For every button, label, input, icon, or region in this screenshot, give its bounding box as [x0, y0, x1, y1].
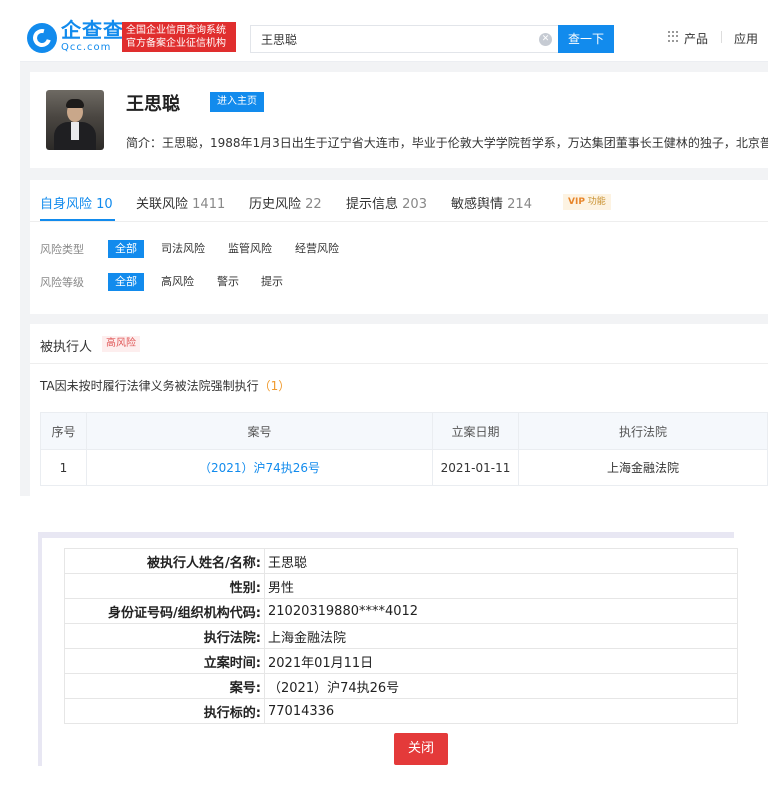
- section-header: 被执行人 高风险: [30, 324, 768, 364]
- search-box: ✕: [250, 25, 558, 53]
- cell-date: 2021-01-11: [432, 449, 519, 486]
- tab-notice-info[interactable]: 提示信息 203: [346, 193, 427, 212]
- table-row: 1 （2021）沪74执26号 2021-01-11 上海金融法院: [40, 449, 768, 486]
- nav-products[interactable]: 产品: [684, 30, 708, 47]
- col-case-no: 案号: [86, 412, 433, 450]
- profile-intro: 简介：王思聪，1988年1月3日出生于辽宁省大连市，毕业于伦敦大学学院哲学系，万…: [126, 136, 768, 150]
- avatar: [46, 90, 104, 150]
- vip-badge: VIP 功能: [563, 194, 611, 210]
- nav-divider: [721, 31, 722, 43]
- search-input[interactable]: [261, 26, 521, 52]
- risk-tabs: 自身风险 10 关联风险 1411 历史风险 22 提示信息 203 敏感舆情 …: [30, 180, 768, 222]
- detail-row-filing-date: 立案时间: 2021年01月11日: [64, 648, 738, 674]
- cell-index: 1: [40, 449, 87, 486]
- clear-icon[interactable]: ✕: [539, 33, 552, 46]
- executed-person-section: 被执行人 高风险 TA因未按时履行法律义务被法院强制执行（1） 序号 案号 立案…: [30, 324, 768, 496]
- detail-row-gender: 性别: 男性: [64, 573, 738, 599]
- high-risk-tag: 高风险: [102, 336, 140, 352]
- detail-row-amount: 执行标的: 77014336: [64, 698, 738, 724]
- tab-history-risk[interactable]: 历史风险 22: [249, 193, 322, 212]
- qcc-risk-page: 企查查 Qcc.com 全国企业信用查询系统 官方备案企业征信机构 ✕ 查一下 …: [20, 0, 768, 496]
- search-button[interactable]: 查一下: [558, 25, 614, 53]
- site-header: 企查查 Qcc.com 全国企业信用查询系统 官方备案企业征信机构 ✕ 查一下 …: [20, 0, 768, 62]
- filter-type-all[interactable]: 全部: [108, 240, 144, 258]
- slogan-badge: 全国企业信用查询系统 官方备案企业征信机构: [122, 22, 236, 52]
- filter-type-regulatory[interactable]: 监管风险: [221, 240, 279, 258]
- detail-row-court: 执行法院: 上海金融法院: [64, 623, 738, 649]
- brand-logo-text[interactable]: 企查查 Qcc.com: [61, 20, 124, 53]
- tab-sensitive-news[interactable]: 敏感舆情 214: [451, 193, 532, 212]
- grid-icon: [668, 31, 679, 42]
- active-tab-indicator: [40, 219, 115, 221]
- person-name: 王思聪: [126, 94, 180, 115]
- filter-level-hint[interactable]: 提示: [254, 273, 290, 291]
- close-button[interactable]: 关闭: [394, 733, 448, 765]
- executed-table: 序号 案号 立案日期 执行法院 1 （2021）沪74执26号 2021-01-…: [40, 412, 768, 486]
- tab-self-risk[interactable]: 自身风险 10: [40, 193, 113, 212]
- tab-related-risk[interactable]: 关联风险 1411: [136, 193, 225, 212]
- section-title: 被执行人: [40, 340, 93, 355]
- filter-level-warning[interactable]: 警示: [210, 273, 246, 291]
- detail-row-case-no: 案号: （2021）沪74执26号: [64, 673, 738, 699]
- risk-panel: 自身风险 10 关联风险 1411 历史风险 22 提示信息 203 敏感舆情 …: [30, 180, 768, 314]
- filter-type-judicial[interactable]: 司法风险: [154, 240, 212, 258]
- cell-court: 上海金融法院: [518, 449, 768, 486]
- detail-row-id-number: 身份证号码/组织机构代码: 21020319880****4012: [64, 598, 738, 624]
- table-header-row: 序号 案号 立案日期 执行法院: [40, 412, 768, 450]
- qcc-logo-icon[interactable]: [27, 23, 57, 53]
- nav-apps[interactable]: 应用: [734, 30, 758, 47]
- section-description: TA因未按时履行法律义务被法院强制执行（1）: [40, 379, 291, 393]
- col-court: 执行法院: [518, 412, 768, 450]
- profile-card: 王思聪 进入主页 简介：王思聪，1988年1月3日出生于辽宁省大连市，毕业于伦敦…: [30, 72, 768, 168]
- detail-dialog: 被执行人姓名/名称: 王思聪 性别: 男性 身份证号码/组织机构代码: 2102…: [38, 532, 738, 766]
- detail-row-name: 被执行人姓名/名称: 王思聪: [64, 548, 738, 574]
- filter-type-operation[interactable]: 经营风险: [288, 240, 346, 258]
- case-number-link[interactable]: （2021）沪74执26号: [86, 449, 433, 486]
- detail-table: 被执行人姓名/名称: 王思聪 性别: 男性 身份证号码/组织机构代码: 2102…: [64, 548, 738, 724]
- col-index: 序号: [40, 412, 87, 450]
- enter-homepage-button[interactable]: 进入主页: [210, 92, 264, 112]
- col-date: 立案日期: [432, 412, 519, 450]
- filter-level-all[interactable]: 全部: [108, 273, 144, 291]
- filter-level-high[interactable]: 高风险: [154, 273, 201, 291]
